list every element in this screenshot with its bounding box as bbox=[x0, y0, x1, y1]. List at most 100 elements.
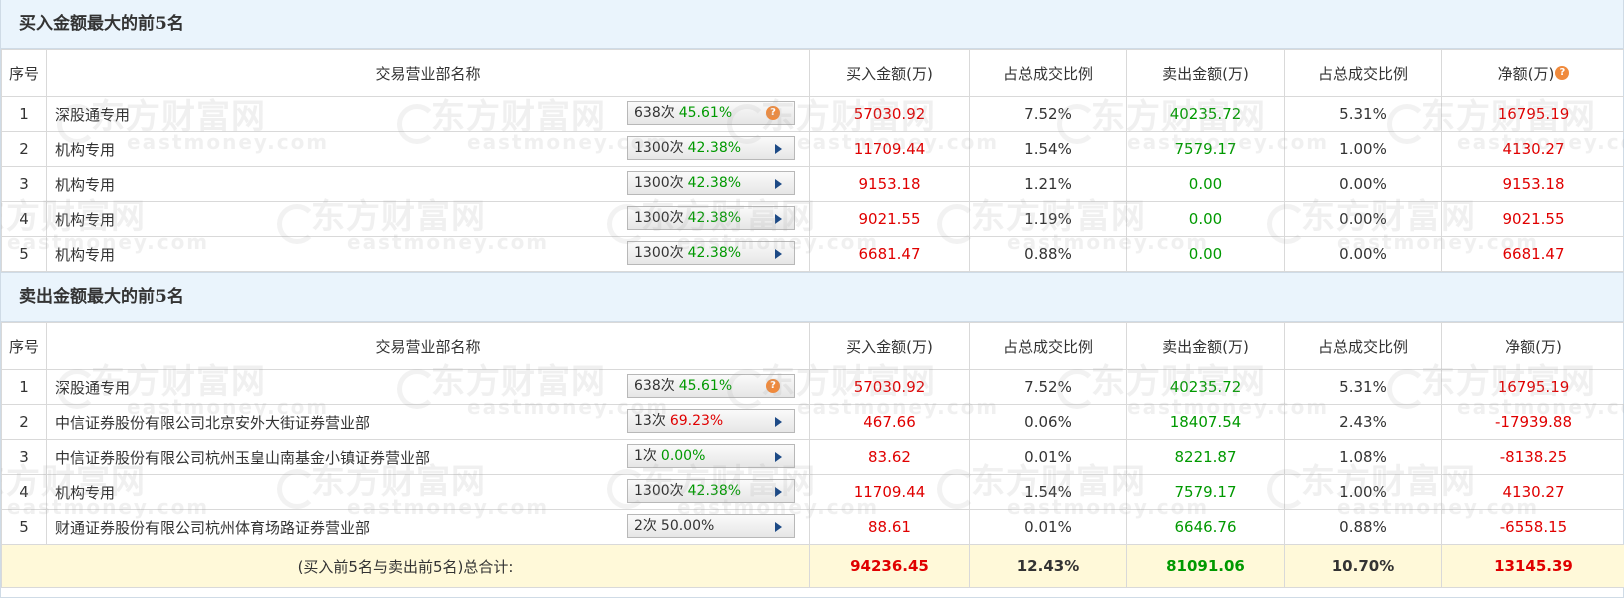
trade-count-badge[interactable]: 13次 69.23% bbox=[627, 409, 795, 433]
success-rate: 50.00% bbox=[660, 518, 715, 534]
broker-name-cell: 机构专用 1300次 42.38% bbox=[46, 236, 810, 272]
sell-amount: 0.00 bbox=[1126, 201, 1285, 237]
trade-count: 13次 bbox=[634, 413, 666, 429]
trade-count: 1300次 bbox=[634, 210, 684, 226]
buy-amount: 11709.44 bbox=[809, 131, 970, 167]
success-rate: 42.38% bbox=[687, 483, 742, 499]
buy-ratio: 0.01% bbox=[969, 439, 1127, 475]
play-arrow-icon[interactable] bbox=[775, 417, 782, 427]
col-sell: 卖出金额(万) bbox=[1126, 49, 1285, 97]
buy-ratio: 0.88% bbox=[969, 236, 1127, 272]
play-arrow-icon[interactable] bbox=[775, 214, 782, 224]
play-arrow-icon[interactable] bbox=[775, 144, 782, 154]
broker-name-cell: 机构专用 1300次 42.38% bbox=[46, 474, 810, 510]
buy-table-header: 序号 交易营业部名称 买入金额(万) 占总成交比例 卖出金额(万) 占总成交比例… bbox=[1, 49, 1624, 97]
sell-table-body: 1 深股通专用 638次 45.61%? 57030.92 7.52% 40235.72 5.… bbox=[1, 369, 1624, 545]
row-seq: 3 bbox=[1, 166, 47, 202]
row-seq: 3 bbox=[1, 439, 47, 475]
sell-amount: 7579.17 bbox=[1126, 474, 1285, 510]
sell-amount: 0.00 bbox=[1126, 166, 1285, 202]
broker-name-cell: 中信证券股份有限公司杭州玉皇山南基金小镇证券营业部 1次 0.00% bbox=[46, 439, 810, 475]
col-net: 净额(万)? bbox=[1441, 49, 1624, 97]
trade-count: 1次 bbox=[634, 448, 657, 464]
total-row: (买入前5名与卖出前5名)总合计: 94236.45 12.43% 81091.… bbox=[1, 544, 1624, 588]
broker-name[interactable]: 机构专用 bbox=[55, 176, 115, 194]
col-name: 交易营业部名称 bbox=[46, 49, 810, 97]
broker-name-cell: 机构专用 1300次 42.38% bbox=[46, 131, 810, 167]
broker-name[interactable]: 中信证券股份有限公司北京安外大街证券营业部 bbox=[55, 414, 370, 432]
sell-ratio: 2.43% bbox=[1284, 404, 1442, 440]
success-rate: 42.38% bbox=[687, 175, 742, 191]
sell-amount: 7579.17 bbox=[1126, 131, 1285, 167]
play-arrow-icon[interactable] bbox=[775, 522, 782, 532]
buy-amount: 9021.55 bbox=[809, 201, 970, 237]
sell-ratio: 1.00% bbox=[1284, 474, 1442, 510]
buy-table-body: 1 深股通专用 638次 45.61%? 57030.92 7.52% 40235.72 5.… bbox=[1, 96, 1624, 272]
question-icon[interactable]: ? bbox=[1555, 65, 1570, 80]
table-row: 3 中信证券股份有限公司杭州玉皇山南基金小镇证券营业部 1次 0.00% 83.62 0.… bbox=[1, 439, 1624, 475]
total-buy: 94236.45 bbox=[809, 544, 970, 588]
row-seq: 5 bbox=[1, 509, 47, 545]
trade-count-badge[interactable]: 1300次 42.38% bbox=[627, 241, 795, 265]
trade-count: 1300次 bbox=[634, 140, 684, 156]
play-arrow-icon[interactable] bbox=[775, 179, 782, 189]
broker-name[interactable]: 中信证券股份有限公司杭州玉皇山南基金小镇证券营业部 bbox=[55, 449, 430, 467]
sell-table: 序号 交易营业部名称 买入金额(万) 占总成交比例 卖出金额(万) 占总成交比例… bbox=[1, 322, 1624, 588]
net-amount: -6558.15 bbox=[1441, 509, 1624, 545]
sell-amount: 40235.72 bbox=[1126, 96, 1285, 132]
trade-count-badge[interactable]: 1300次 42.38% bbox=[627, 171, 795, 195]
question-icon[interactable]: ? bbox=[766, 379, 780, 393]
trade-count-badge[interactable]: 638次 45.61%? bbox=[627, 101, 795, 125]
net-amount: 4130.27 bbox=[1441, 474, 1624, 510]
col-net-label: 净额(万) bbox=[1497, 64, 1555, 83]
play-arrow-icon[interactable] bbox=[775, 487, 782, 497]
buy-amount: 57030.92 bbox=[809, 96, 970, 132]
total-buy-ratio: 12.43% bbox=[969, 544, 1127, 588]
col-buy-ratio: 占总成交比例 bbox=[969, 49, 1127, 97]
buy-amount: 11709.44 bbox=[809, 474, 970, 510]
total-sell-ratio: 10.70% bbox=[1284, 544, 1442, 588]
col-net: 净额(万) bbox=[1441, 322, 1624, 370]
buy-amount: 88.61 bbox=[809, 509, 970, 545]
row-seq: 2 bbox=[1, 404, 47, 440]
trade-count-badge[interactable]: 1次 0.00% bbox=[627, 444, 795, 468]
trade-count-badge[interactable]: 1300次 42.38% bbox=[627, 479, 795, 503]
trade-count-badge[interactable]: 1300次 42.38% bbox=[627, 136, 795, 160]
broker-name[interactable]: 财通证券股份有限公司杭州体育场路证券营业部 bbox=[55, 519, 370, 537]
table-row: 1 深股通专用 638次 45.61%? 57030.92 7.52% 40235.72 5.… bbox=[1, 96, 1624, 132]
table-row: 1 深股通专用 638次 45.61%? 57030.92 7.52% 40235.72 5.… bbox=[1, 369, 1624, 405]
trade-count: 2次 bbox=[634, 518, 657, 534]
broker-name[interactable]: 深股通专用 bbox=[55, 106, 130, 124]
buy-ratio: 1.21% bbox=[969, 166, 1127, 202]
buy-ratio: 7.52% bbox=[969, 369, 1127, 405]
trade-count-badge[interactable]: 2次 50.00% bbox=[627, 514, 795, 538]
buy-ratio: 0.06% bbox=[969, 404, 1127, 440]
play-arrow-icon[interactable] bbox=[775, 452, 782, 462]
broker-name[interactable]: 深股通专用 bbox=[55, 379, 130, 397]
broker-name[interactable]: 机构专用 bbox=[55, 246, 115, 264]
buy-amount: 83.62 bbox=[809, 439, 970, 475]
net-amount: 16795.19 bbox=[1441, 369, 1624, 405]
trade-count: 1300次 bbox=[634, 175, 684, 191]
trade-count-badge[interactable]: 638次 45.61%? bbox=[627, 374, 795, 398]
question-icon[interactable]: ? bbox=[766, 106, 780, 120]
col-seq: 序号 bbox=[1, 322, 47, 370]
broker-name[interactable]: 机构专用 bbox=[55, 141, 115, 159]
trade-count-badge[interactable]: 1300次 42.38% bbox=[627, 206, 795, 230]
buy-ratio: 1.54% bbox=[969, 131, 1127, 167]
success-rate: 45.61% bbox=[678, 105, 733, 121]
net-amount: -17939.88 bbox=[1441, 404, 1624, 440]
sell-table-header: 序号 交易营业部名称 买入金额(万) 占总成交比例 卖出金额(万) 占总成交比例… bbox=[1, 322, 1624, 370]
col-sell: 卖出金额(万) bbox=[1126, 322, 1285, 370]
buy-ratio: 1.19% bbox=[969, 201, 1127, 237]
net-amount: 4130.27 bbox=[1441, 131, 1624, 167]
play-arrow-icon[interactable] bbox=[775, 249, 782, 259]
trade-count: 638次 bbox=[634, 378, 675, 394]
sell-amount: 6646.76 bbox=[1126, 509, 1285, 545]
success-rate: 45.61% bbox=[678, 378, 733, 394]
buy-amount: 6681.47 bbox=[809, 236, 970, 272]
broker-name[interactable]: 机构专用 bbox=[55, 484, 115, 502]
table-row: 4 机构专用 1300次 42.38% 11709.44 1.54% 7579.17 1.00… bbox=[1, 474, 1624, 510]
broker-name[interactable]: 机构专用 bbox=[55, 211, 115, 229]
row-seq: 4 bbox=[1, 201, 47, 237]
